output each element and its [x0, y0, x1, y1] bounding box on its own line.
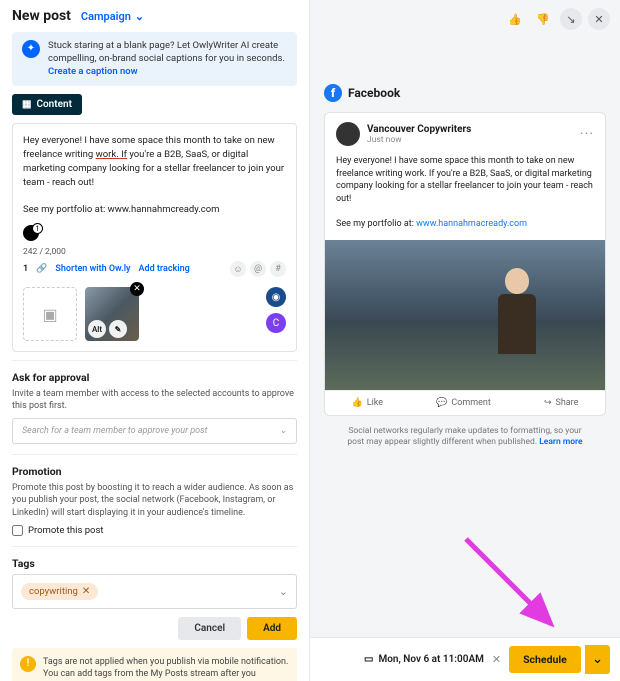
at-icon[interactable]: @	[250, 261, 266, 277]
scheduled-time[interactable]: ▭ Mon, Nov 6 at 11:00AM	[364, 654, 484, 665]
preview-time: Just now	[367, 135, 471, 145]
remove-tag-icon[interactable]: ✕	[82, 586, 90, 597]
promotion-title: Promotion	[12, 465, 297, 478]
more-icon[interactable]: ···	[580, 126, 594, 142]
comment-button[interactable]: 💬 Comment	[436, 398, 491, 408]
banner-text: Stuck staring at a blank page? Let OwlyW…	[48, 40, 285, 64]
tags-title: Tags	[12, 557, 297, 570]
link-icon: 🔗	[36, 264, 47, 274]
ai-banner: ✦ Stuck staring at a blank page? Let Owl…	[12, 32, 297, 86]
avatar	[336, 122, 360, 146]
datetime-label: Mon, Nov 6 at 11:00AM	[378, 654, 483, 665]
like-icon: 👍	[352, 398, 363, 408]
like-label: Like	[367, 398, 383, 408]
add-tag-button[interactable]: Add	[247, 617, 297, 640]
learn-more-link[interactable]: Learn more	[539, 437, 582, 447]
thumbs-up-icon[interactable]: 👍	[504, 8, 526, 30]
content-tab[interactable]: ▦ Content	[12, 94, 82, 115]
link-count: 1	[23, 264, 28, 274]
library-icon[interactable]: ◉	[266, 287, 286, 307]
add-tracking-link[interactable]: Add tracking	[139, 264, 190, 274]
approval-search-input[interactable]: Search for a team member to approve your…	[12, 418, 297, 444]
preview-body-text: Hey everyone! I have some space this mon…	[336, 156, 593, 204]
campaign-selector[interactable]: Campaign ⌄	[81, 10, 144, 23]
cancel-button[interactable]: Cancel	[178, 617, 241, 640]
promote-checkbox-row[interactable]: Promote this post	[12, 525, 297, 536]
content-icon: ▦	[22, 99, 31, 110]
preview-image	[325, 240, 605, 390]
hashtag-icon[interactable]: #	[270, 261, 286, 277]
chevron-down-icon: ⌄	[135, 10, 144, 23]
promote-label: Promote this post	[28, 525, 103, 536]
chevron-down-icon: ⌄	[279, 426, 287, 436]
warning-text: Tags are not applied when you publish vi…	[43, 656, 289, 681]
chevron-down-icon: ⌄	[279, 585, 288, 598]
comment-icon: 💬	[436, 398, 447, 408]
close-icon[interactable]: ✕	[588, 8, 610, 30]
char-counter: 242 / 2,000	[23, 247, 286, 257]
approval-title: Ask for approval	[12, 371, 297, 384]
facebook-preview-card: Vancouver Copywriters Just now ··· Hey e…	[324, 112, 606, 416]
minimize-icon[interactable]: ↘	[560, 8, 582, 30]
preview-author: Vancouver Copywriters	[367, 124, 471, 135]
text-error: work.	[96, 149, 119, 160]
emoji-icon[interactable]: ☺	[230, 261, 246, 277]
shorten-link[interactable]: Shorten with Ow.ly	[55, 264, 130, 274]
tag-chip[interactable]: copywriting ✕	[21, 583, 98, 600]
add-media-button[interactable]: ▣	[23, 287, 77, 341]
preview-disclaimer: Social networks regularly make updates t…	[310, 416, 620, 450]
media-thumbnail[interactable]: ✕ Alt ✎	[85, 287, 139, 341]
text-error: If	[119, 149, 127, 160]
thumbs-down-icon[interactable]: 👎	[532, 8, 554, 30]
like-button[interactable]: 👍 Like	[352, 398, 384, 408]
content-tab-label: Content	[36, 99, 71, 110]
preview-portfolio-label: See my portfolio at:	[336, 219, 416, 229]
footer-bar: ▭ Mon, Nov 6 at 11:00AM ✕ Schedule ⌄	[310, 637, 620, 681]
content-editor: Hey everyone! I have some space this mon…	[12, 123, 297, 352]
preview-network-title: Facebook	[348, 86, 400, 100]
canva-icon[interactable]: C	[266, 313, 286, 333]
image-icon: ▣	[42, 305, 57, 324]
page-title: New post	[12, 8, 71, 24]
edit-media-button[interactable]: ✎	[109, 320, 127, 338]
schedule-button[interactable]: Schedule	[509, 646, 581, 673]
comment-label: Comment	[451, 398, 490, 408]
calendar-icon: ▭	[364, 654, 373, 665]
campaign-label: Campaign	[81, 10, 131, 23]
post-text[interactable]: Hey everyone! I have some space this mon…	[23, 134, 286, 217]
preview-portfolio-link[interactable]: www.hannahmacready.com	[416, 219, 527, 229]
share-icon: ↪	[544, 398, 552, 408]
share-button[interactable]: ↪Share	[544, 398, 578, 408]
tag-label: copywriting	[29, 586, 78, 597]
promotion-desc: Promote this post by boosting it to reac…	[12, 482, 297, 518]
sparkle-icon: ✦	[22, 40, 40, 58]
approval-placeholder: Search for a team member to approve your…	[22, 426, 207, 436]
clear-schedule-icon[interactable]: ✕	[492, 653, 501, 666]
promote-checkbox[interactable]	[12, 525, 23, 536]
schedule-dropdown-button[interactable]: ⌄	[585, 645, 610, 674]
approval-desc: Invite a team member with access to the …	[12, 388, 297, 412]
text-seg: See my portfolio at: www.hannahmcready.c…	[23, 204, 219, 215]
facebook-logo-icon: f	[324, 84, 342, 102]
share-label: Share	[555, 398, 578, 408]
warning-icon: !	[20, 656, 36, 672]
alt-text-button[interactable]: Alt	[88, 320, 106, 338]
network-badge[interactable]	[23, 225, 39, 241]
tags-input[interactable]: copywriting ✕ ⌄	[12, 574, 297, 609]
remove-media-icon[interactable]: ✕	[130, 282, 144, 296]
create-caption-link[interactable]: Create a caption now	[48, 66, 138, 77]
tags-warning: ! Tags are not applied when you publish …	[12, 648, 297, 681]
